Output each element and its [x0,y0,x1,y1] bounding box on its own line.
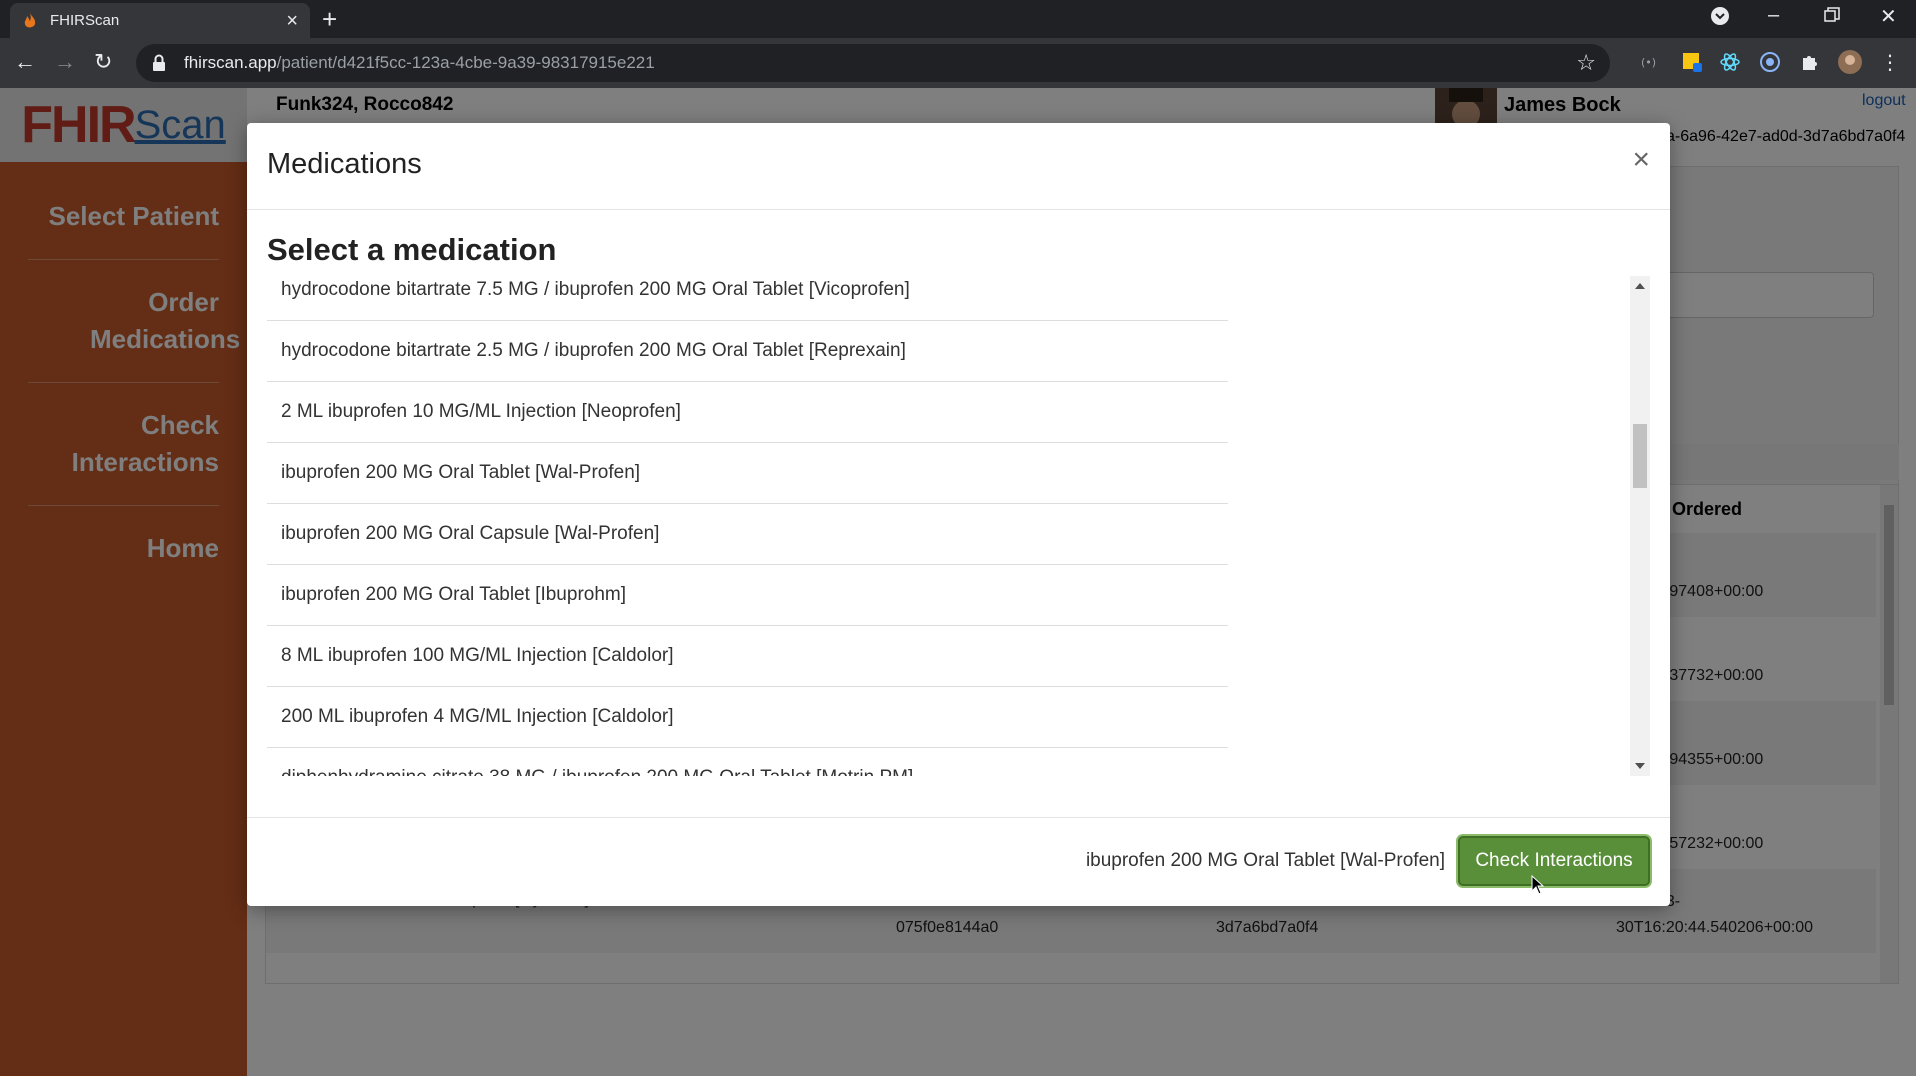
forward-icon[interactable]: → [54,49,76,75]
medication-option[interactable]: hydrocodone bitartrate 7.5 MG / ibuprofe… [267,276,1228,321]
menu-kebab-icon[interactable]: ⋮ [1878,50,1902,74]
check-interactions-button[interactable]: Check Interactions [1458,836,1650,886]
medication-list: hydrocodone bitartrate 7.5 MG / ibuprofe… [267,276,1648,776]
scroll-up-icon[interactable] [1630,276,1650,296]
restore-icon[interactable] [1824,6,1840,29]
flame-icon [22,12,38,29]
lock-icon [152,54,170,72]
medication-option[interactable]: 2 ML ibuprofen 10 MG/ML Injection [Neopr… [267,382,1228,443]
browser-tabbar: FHIRScan × + – ✕ [0,0,1916,38]
new-tab-icon[interactable]: + [322,6,337,32]
browser-toolbar: ← → ↻ fhirscan.app/patient/d421f5cc-123a… [0,38,1916,88]
medication-option[interactable]: ibuprofen 200 MG Oral Tablet [Wal-Profen… [267,443,1228,504]
modal-header: Medications × [247,123,1670,210]
close-tab-icon[interactable]: × [286,11,298,31]
close-icon[interactable]: × [1632,145,1650,175]
medication-option[interactable]: ibuprofen 200 MG Oral Capsule [Wal-Profe… [267,504,1228,565]
tab-title: FHIRScan [50,12,120,29]
medication-option[interactable]: diphenhydramine citrate 38 MG / ibuprofe… [267,748,1228,776]
medication-list-scrollbar[interactable] [1630,276,1650,776]
modal-title: Medications [267,148,422,180]
target-extension-icon[interactable] [1758,50,1782,74]
browser-tab[interactable]: FHIRScan × [10,3,310,38]
select-medication-heading: Select a medication [267,232,557,267]
profile-avatar-icon[interactable] [1838,50,1862,74]
medications-modal: Medications × Select a medication hydroc… [247,123,1670,906]
address-bar[interactable]: fhirscan.app/patient/d421f5cc-123a-4cbe-… [136,44,1610,82]
url-path: /patient/d421f5cc-123a-4cbe-9a39-9831791… [276,53,655,72]
scrollbar-thumb[interactable] [1633,424,1647,488]
svg-text:(•): (•) [1641,56,1656,69]
medication-option[interactable]: ibuprofen 200 MG Oral Tablet [Ibuprohm] [267,565,1228,626]
medication-option[interactable]: hydrocodone bitartrate 2.5 MG / ibuprofe… [267,321,1228,382]
window-close-icon[interactable]: ✕ [1880,4,1897,29]
puzzle-icon[interactable] [1798,50,1822,74]
selected-medication: ibuprofen 200 MG Oral Tablet [Wal-Profen… [1085,850,1445,871]
url-host: fhirscan.app [184,53,277,72]
reload-icon[interactable]: ↻ [94,49,112,75]
react-devtools-icon[interactable] [1718,50,1742,74]
extension-icon[interactable]: (•) [1638,50,1662,74]
bookmark-star-icon[interactable]: ☆ [1576,50,1596,76]
medication-option[interactable]: 8 ML ibuprofen 100 MG/ML Injection [Cald… [267,626,1228,687]
minimize-icon[interactable]: – [1768,4,1779,27]
scroll-down-icon[interactable] [1630,756,1650,776]
notes-extension-icon[interactable] [1680,50,1704,74]
tab-search-icon[interactable] [1710,6,1730,32]
modal-body: Select a medication hydrocodone bitartra… [247,210,1670,817]
back-icon[interactable]: ← [14,49,36,75]
modal-footer: ibuprofen 200 MG Oral Tablet [Wal-Profen… [247,817,1670,906]
medication-option[interactable]: 200 ML ibuprofen 4 MG/ML Injection [Cald… [267,687,1228,748]
mouse-cursor-icon [1531,874,1545,900]
